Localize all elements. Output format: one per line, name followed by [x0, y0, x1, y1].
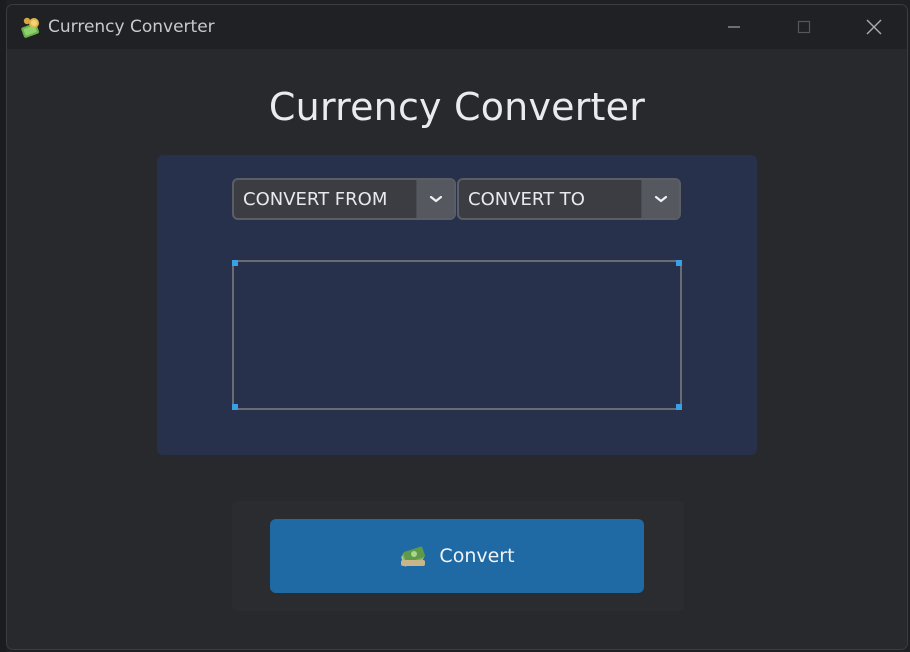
focus-corner — [232, 260, 238, 266]
page-heading: Currency Converter — [268, 85, 646, 129]
convert-to-select[interactable]: CONVERT TO — [457, 178, 681, 220]
button-frame: Convert — [232, 501, 684, 611]
convert-from-select[interactable]: CONVERT FROM — [232, 178, 456, 220]
window-title: Currency Converter — [48, 17, 215, 37]
convert-button-label: Convert — [439, 545, 515, 567]
close-button[interactable] — [839, 5, 907, 49]
maximize-button[interactable] — [769, 5, 839, 49]
convert-button[interactable]: Convert — [270, 519, 644, 593]
close-icon — [866, 19, 882, 35]
focus-corner — [232, 404, 238, 410]
minimize-button[interactable] — [699, 5, 769, 49]
chevron-down-icon — [429, 195, 442, 203]
cash-icon — [401, 546, 426, 567]
app-window: Currency Converter Currency Converter CO… — [6, 4, 908, 650]
title-bar[interactable]: Currency Converter — [7, 5, 907, 49]
convert-to-value: CONVERT TO — [468, 188, 585, 210]
amount-input[interactable] — [232, 260, 682, 410]
convert-from-arrow[interactable] — [416, 180, 454, 218]
focus-corner — [676, 404, 682, 410]
maximize-icon — [797, 20, 811, 34]
minimize-icon — [728, 26, 740, 28]
convert-to-arrow[interactable] — [641, 180, 679, 218]
chevron-down-icon — [654, 195, 667, 203]
convert-from-value: CONVERT FROM — [243, 188, 388, 210]
focus-corner — [676, 260, 682, 266]
money-bag-icon — [21, 17, 40, 38]
converter-panel: CONVERT FROM CONVERT TO — [157, 155, 757, 455]
